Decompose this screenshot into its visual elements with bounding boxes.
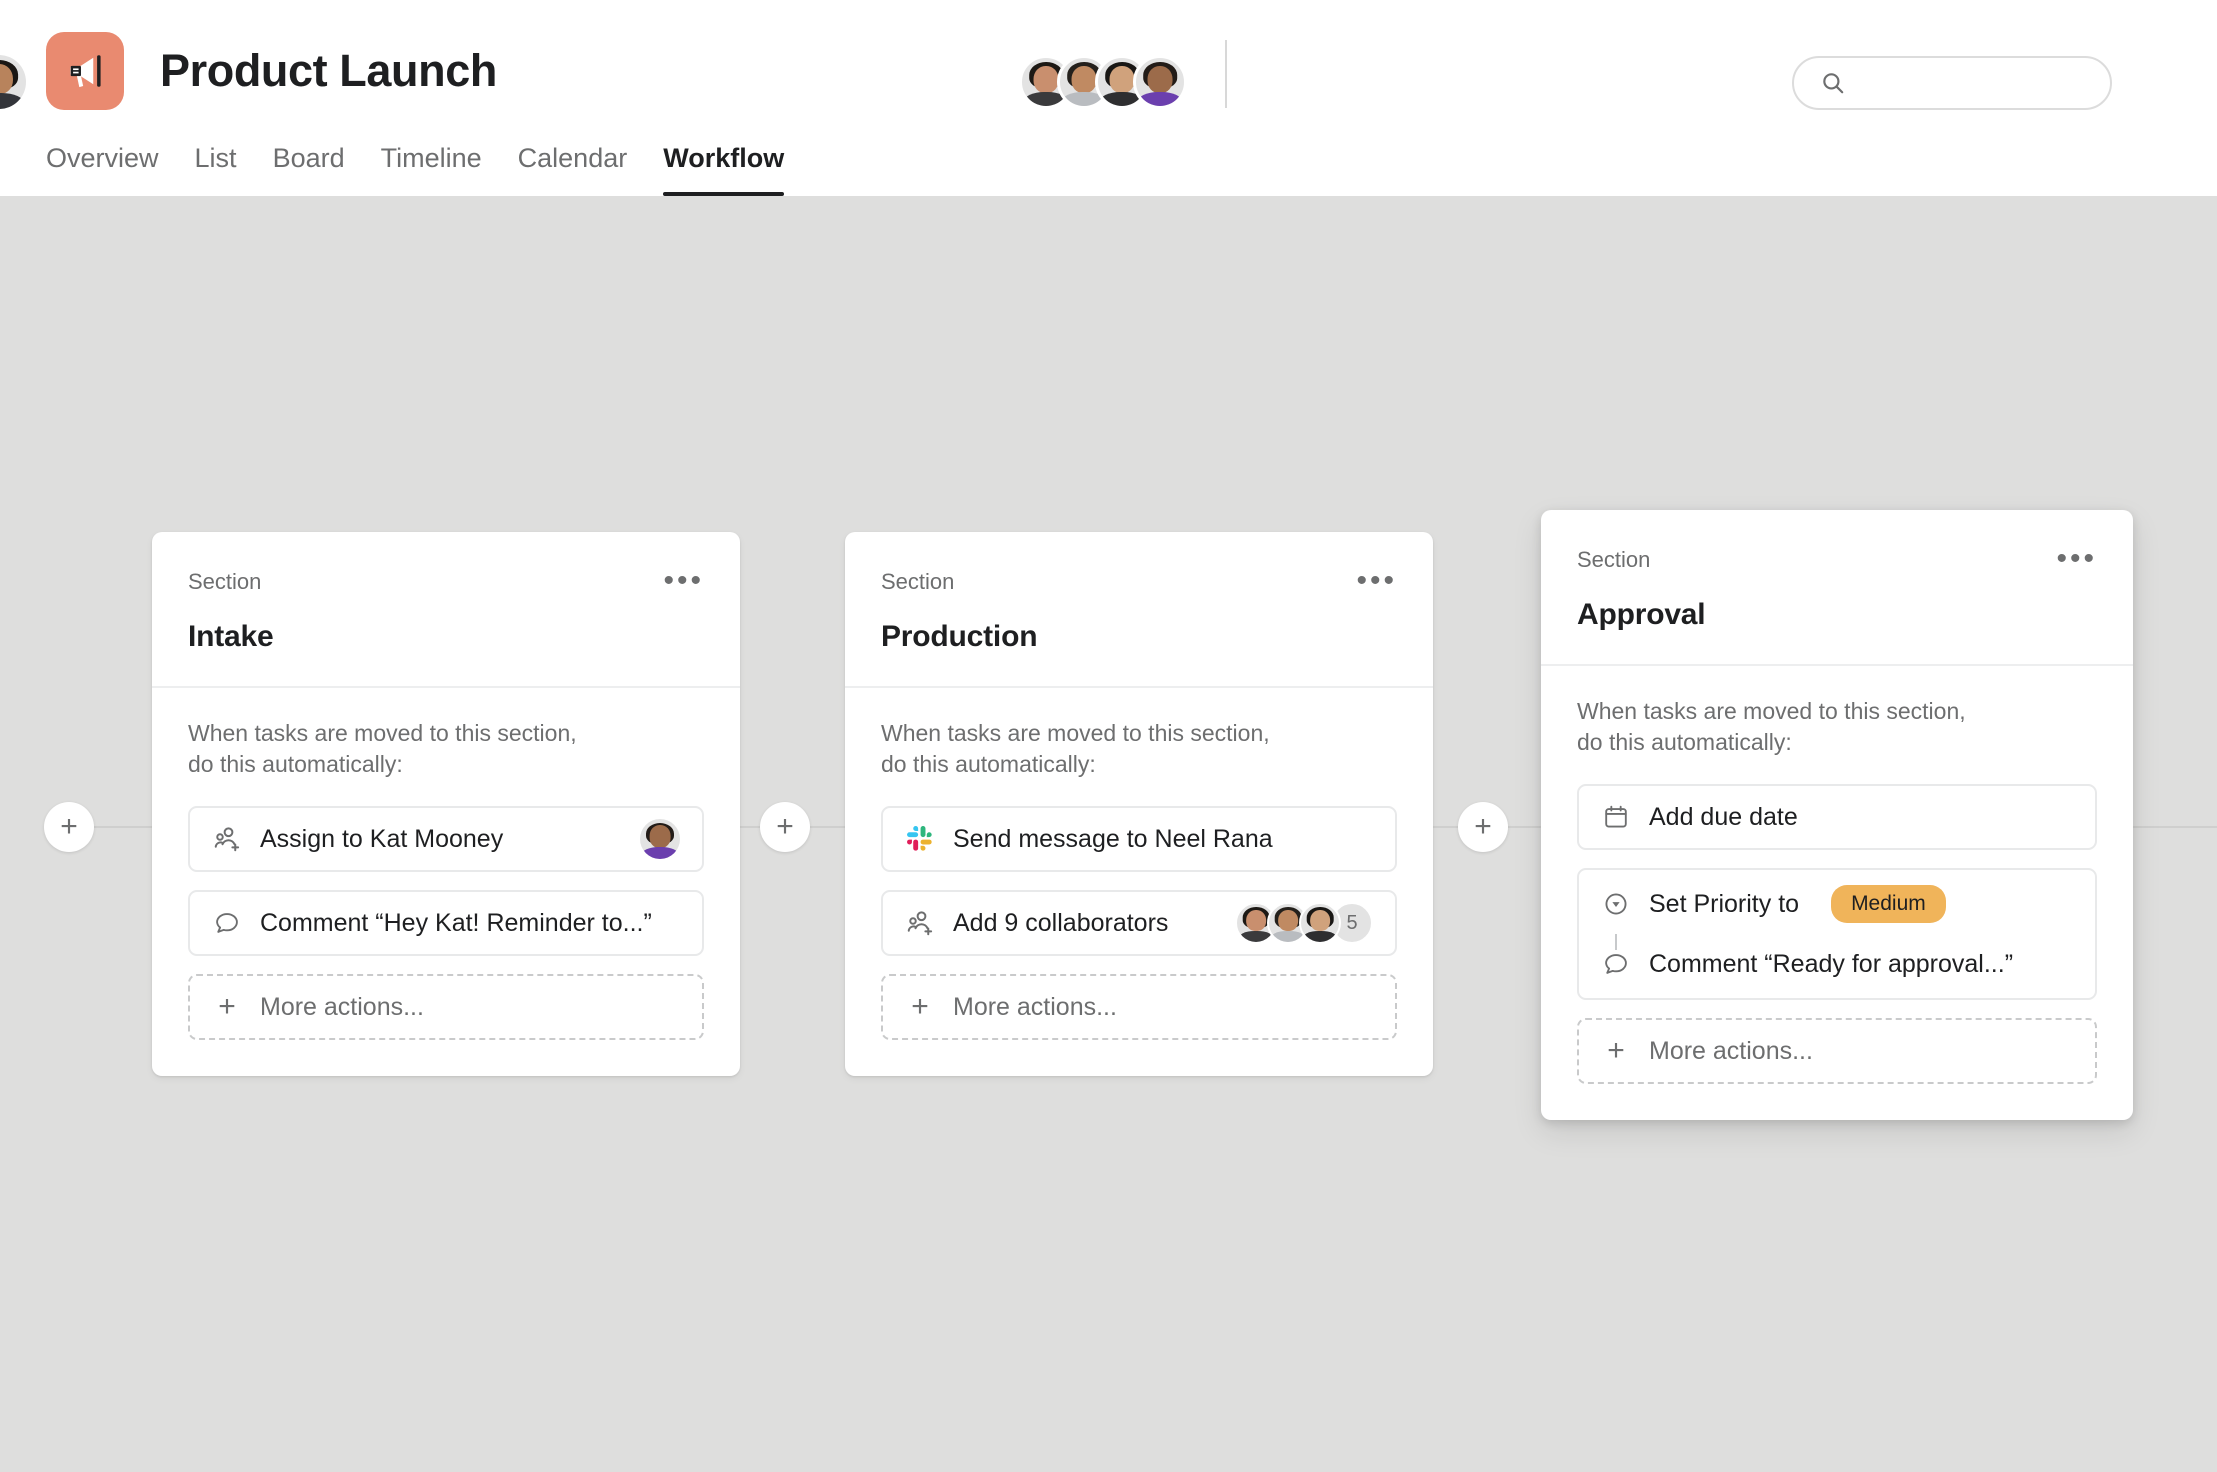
- plus-icon: +: [218, 990, 236, 1023]
- action-box[interactable]: Send message to Neel Rana: [881, 806, 1397, 872]
- search-input[interactable]: [1860, 71, 2100, 95]
- more-actions-button[interactable]: + More actions...: [188, 974, 704, 1040]
- priority-badge[interactable]: Medium: [1831, 885, 1946, 923]
- more-actions-button[interactable]: + More actions...: [1577, 1018, 2097, 1084]
- action-row-due-date[interactable]: Add due date: [1601, 786, 2073, 848]
- priority-icon: [1601, 889, 1631, 919]
- more-actions-button[interactable]: + More actions...: [881, 974, 1397, 1040]
- plus-icon: +: [60, 810, 78, 843]
- action-label: Send message to Neel Rana: [953, 825, 1273, 853]
- tab-list[interactable]: List: [177, 142, 255, 196]
- add-people-icon: [905, 908, 935, 938]
- tab-timeline[interactable]: Timeline: [363, 142, 500, 196]
- plus-icon: +: [1607, 1034, 1625, 1067]
- card-body: When tasks are moved to this section, do…: [845, 688, 1433, 1076]
- action-row-add-collaborators[interactable]: Add 9 collaborators 5: [905, 892, 1373, 954]
- add-section-button-1[interactable]: +: [760, 802, 810, 852]
- action-label: Comment “Hey Kat! Reminder to...”: [260, 909, 652, 937]
- search-box[interactable]: [1792, 56, 2112, 110]
- view-tabs[interactable]: Overview List Board Timeline Calendar Wo…: [42, 124, 802, 196]
- comment-icon: [212, 908, 242, 938]
- action-label: Add due date: [1649, 803, 1798, 831]
- action-row-comment[interactable]: Comment “Ready for approval...”: [1601, 934, 2073, 994]
- section-card-approval[interactable]: Section Approval ••• When tasks are move…: [1541, 510, 2133, 1120]
- search-icon: [1820, 70, 1846, 96]
- action-trailing[interactable]: [640, 819, 680, 859]
- card-overflow-menu-icon[interactable]: •••: [1350, 562, 1403, 600]
- action-box[interactable]: Add 9 collaborators 5: [881, 890, 1397, 956]
- action-box[interactable]: Add due date: [1577, 784, 2097, 850]
- plus-icon: +: [776, 810, 794, 843]
- card-header: Section Intake •••: [152, 532, 740, 688]
- action-label: Set Priority to: [1649, 890, 1800, 918]
- page-title: Product Launch: [160, 45, 497, 96]
- avatar[interactable]: [1133, 55, 1187, 109]
- card-header: Section Approval •••: [1541, 510, 2133, 666]
- workflow-canvas: + + + Section Intake ••• When tasks are …: [0, 196, 2217, 1472]
- avatar[interactable]: [640, 819, 680, 859]
- plus-icon: +: [911, 990, 929, 1023]
- card-eyebrow: Section: [1577, 547, 1651, 572]
- header-top-row: Product Launch: [0, 0, 2217, 132]
- card-title: Approval: [1577, 598, 1706, 631]
- tab-overview[interactable]: Overview: [42, 142, 177, 196]
- avatar[interactable]: [1299, 902, 1341, 944]
- card-eyebrow: Section: [881, 569, 955, 594]
- section-card-production[interactable]: Section Production ••• When tasks are mo…: [845, 532, 1433, 1076]
- action-row-comment[interactable]: Comment “Hey Kat! Reminder to...”: [212, 892, 680, 954]
- card-body: When tasks are moved to this section, do…: [152, 688, 740, 1076]
- card-overflow-menu-icon[interactable]: •••: [657, 562, 710, 600]
- action-box[interactable]: Comment “Hey Kat! Reminder to...”: [188, 890, 704, 956]
- plus-icon: +: [1474, 810, 1492, 843]
- tab-board[interactable]: Board: [255, 142, 363, 196]
- add-section-button-2[interactable]: +: [1458, 802, 1508, 852]
- card-overflow-menu-icon[interactable]: •••: [2050, 540, 2103, 578]
- more-actions-label: More actions...: [1649, 1037, 1813, 1065]
- automation-note: When tasks are moved to this section, do…: [188, 720, 577, 777]
- action-label: Add 9 collaborators: [953, 909, 1169, 937]
- slack-icon: [905, 824, 935, 854]
- action-label: Comment “Ready for approval...”: [1649, 950, 2014, 978]
- tab-calendar[interactable]: Calendar: [500, 142, 646, 196]
- project-logo[interactable]: [46, 32, 124, 110]
- card-body: When tasks are moved to this section, do…: [1541, 666, 2133, 1120]
- action-row-send-message[interactable]: Send message to Neel Rana: [905, 808, 1373, 870]
- action-label: Assign to Kat Mooney: [260, 825, 504, 853]
- megaphone-icon: [63, 49, 107, 93]
- app-header: Product Launch Overview List Board Timel…: [0, 0, 2217, 196]
- tab-workflow[interactable]: Workflow: [645, 142, 802, 196]
- card-title: Production: [881, 620, 1038, 653]
- comment-icon: [1601, 949, 1631, 979]
- add-section-button-start[interactable]: +: [44, 802, 94, 852]
- header-divider: [1225, 40, 1227, 108]
- section-card-intake[interactable]: Section Intake ••• When tasks are moved …: [152, 532, 740, 1076]
- card-eyebrow: Section: [188, 569, 262, 594]
- action-row-assign[interactable]: Assign to Kat Mooney: [212, 808, 680, 870]
- calendar-icon: [1601, 802, 1631, 832]
- member-avatar-stack[interactable]: [1019, 55, 1187, 109]
- collaborator-avatar-stack[interactable]: 5: [1235, 902, 1373, 944]
- action-box[interactable]: Assign to Kat Mooney: [188, 806, 704, 872]
- automation-note: When tasks are moved to this section, do…: [881, 720, 1270, 777]
- action-box-grouped[interactable]: Set Priority to Medium Comment “Ready fo…: [1577, 868, 2097, 1000]
- more-actions-label: More actions...: [953, 993, 1117, 1021]
- action-trailing[interactable]: 5: [1235, 902, 1373, 944]
- more-actions-label: More actions...: [260, 993, 424, 1021]
- card-title: Intake: [188, 620, 274, 653]
- profile-avatar[interactable]: [0, 55, 26, 109]
- action-row-set-priority[interactable]: Set Priority to Medium: [1601, 874, 2073, 950]
- automation-note: When tasks are moved to this section, do…: [1577, 698, 1966, 755]
- add-people-icon: [212, 824, 242, 854]
- card-header: Section Production •••: [845, 532, 1433, 688]
